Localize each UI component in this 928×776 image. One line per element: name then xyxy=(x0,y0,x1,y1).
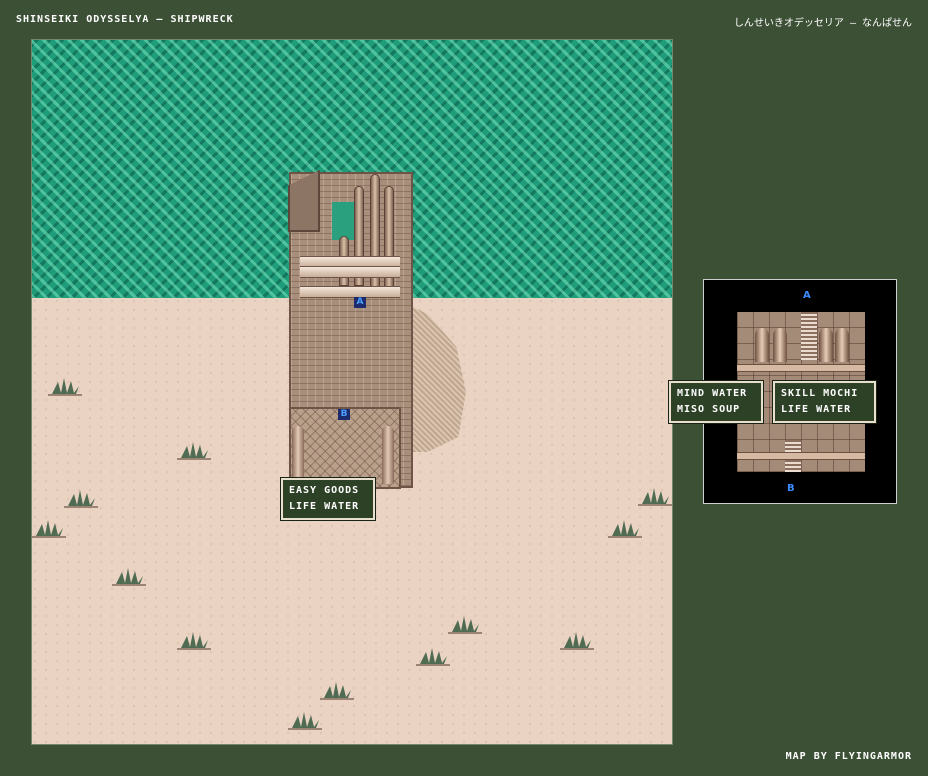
marker-a-icon[interactable]: A xyxy=(354,297,366,308)
deck-beam xyxy=(737,452,865,460)
desert-shrub-icon xyxy=(608,518,642,538)
desert-shrub-icon xyxy=(560,630,594,650)
desert-shrub-icon xyxy=(177,440,211,460)
deck-beam xyxy=(737,364,865,372)
shop-item: MISO SOUP xyxy=(677,404,741,415)
arch xyxy=(819,328,833,362)
deck-beam xyxy=(300,286,400,298)
deck-beam xyxy=(300,266,400,278)
desert-shrub-icon xyxy=(638,486,672,506)
hull-opening xyxy=(332,202,354,240)
arch xyxy=(835,328,849,362)
shop-label-right: SKILL MOCHI LIFE WATER xyxy=(772,380,877,424)
shop-item: LIFE WATER xyxy=(289,501,360,512)
stairs xyxy=(801,312,817,360)
shop-label-main: EASY GOODS LIFE WATER xyxy=(280,477,376,521)
arch xyxy=(755,328,769,362)
arch xyxy=(773,328,787,362)
shop-label-left: MIND WATER MISO SOUP xyxy=(668,380,764,424)
desert-shrub-icon xyxy=(288,710,322,730)
marker-b-icon[interactable]: B xyxy=(338,409,350,420)
shop-item: MIND WATER xyxy=(677,388,748,399)
column xyxy=(382,426,394,484)
main-map: A B xyxy=(31,39,673,745)
desert-shrub-icon xyxy=(320,680,354,700)
map-title: SHINSEIKI ODYSSELYA – SHIPWRECK xyxy=(16,14,234,25)
map-credit: MAP BY FLYINGARMOR xyxy=(785,751,912,762)
desert-shrub-icon xyxy=(112,566,146,586)
desert-shrub-icon xyxy=(32,518,66,538)
desert-shrub-icon xyxy=(48,376,82,396)
desert-shrub-icon xyxy=(64,488,98,508)
desert-shrub-icon xyxy=(177,630,211,650)
desert-shrub-icon xyxy=(416,646,450,666)
marker-b-icon[interactable]: B xyxy=(787,483,795,494)
marker-a-icon[interactable]: A xyxy=(803,290,811,301)
column xyxy=(292,426,304,484)
desert-shrub-icon xyxy=(448,614,482,634)
map-title-japanese: しんせいきオデッセリア – なんぱせん xyxy=(733,18,912,29)
shop-item: EASY GOODS xyxy=(289,485,360,496)
shop-item: LIFE WATER xyxy=(781,404,852,415)
shop-item: SKILL MOCHI xyxy=(781,388,859,399)
